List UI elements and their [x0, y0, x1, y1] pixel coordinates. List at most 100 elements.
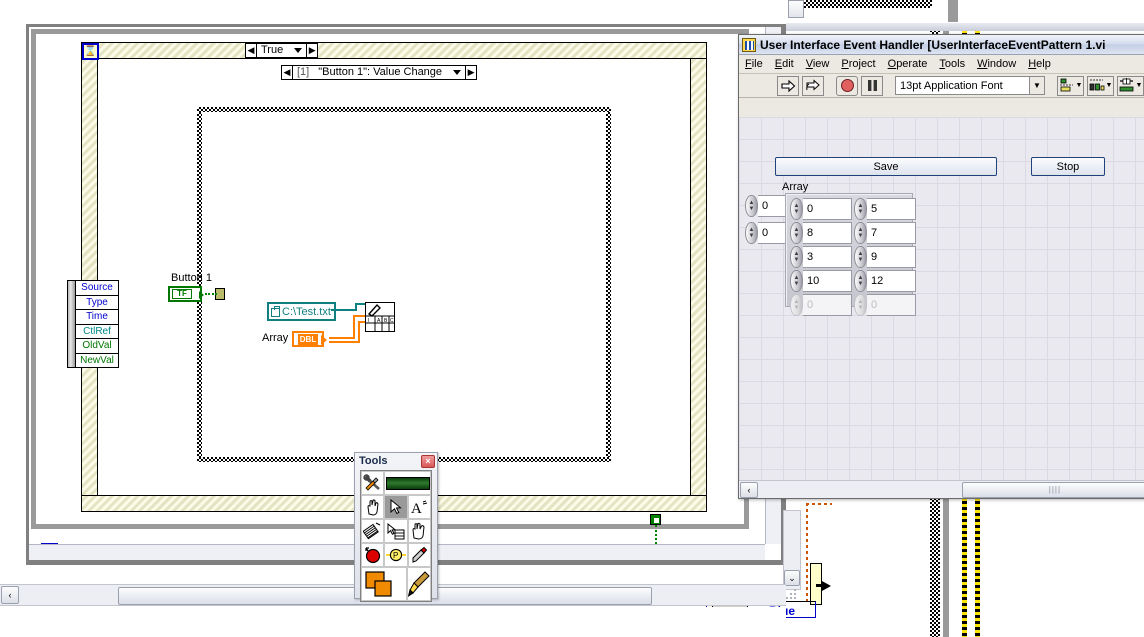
array-cell-value-r2c1[interactable]: 9	[867, 246, 916, 268]
array-cell[interactable]: ▲ ▼ 7	[854, 222, 916, 244]
chevron-down-icon[interactable]: ▼	[1136, 82, 1143, 89]
array-cell[interactable]: ▲ ▼ 8	[790, 222, 852, 244]
tools-palette-titlebar[interactable]: Tools ×	[355, 453, 437, 469]
array-cell-value-r2c0[interactable]: 3	[803, 246, 852, 268]
run-arrow-icon[interactable]	[777, 75, 799, 96]
increment-decrement-icon[interactable]: ▲ ▼	[790, 246, 803, 268]
menu-view[interactable]: View	[806, 58, 830, 70]
chevron-left-icon[interactable]: ◀	[282, 66, 293, 79]
array-row[interactable]: ▲ ▼ 10 ▲ ▼ 12	[790, 270, 918, 292]
chevron-down-icon[interactable]: ▼	[1076, 82, 1083, 89]
front-panel-menubar[interactable]: File Edit View Project Operate Tools Win…	[739, 55, 1144, 74]
object-shortcut-menu-icon[interactable]	[384, 519, 408, 543]
array-cell[interactable]: ▲ ▼ 0	[790, 198, 852, 220]
chevron-down-icon[interactable]: ▼	[1106, 82, 1113, 89]
event-data-node[interactable]: Source Type Time CtlRef OldVal NewVal	[67, 280, 119, 368]
increment-decrement-icon[interactable]: ▲ ▼	[790, 270, 803, 292]
increment-decrement-icon[interactable]: ▲ ▼	[854, 270, 867, 292]
run-continuously-icon[interactable]	[802, 75, 824, 96]
abort-execution-icon[interactable]	[836, 75, 858, 96]
scroll-window-hand-icon[interactable]	[407, 519, 431, 543]
event-case-selector[interactable]: ◀ [1] "Button 1": Value Change ▶	[281, 65, 478, 80]
chevron-left-icon[interactable]: ◀	[246, 44, 257, 57]
array-cell-value-r1c1[interactable]: 7	[867, 222, 916, 244]
menu-window[interactable]: Window	[977, 58, 1016, 70]
set-color-swatch-icon[interactable]	[361, 567, 407, 601]
set-clear-breakpoint-icon[interactable]	[361, 543, 385, 567]
scrollbar-thumb[interactable]: ||||	[961, 481, 1144, 498]
position-size-select-arrow-icon[interactable]	[384, 495, 408, 519]
chevron-down-icon[interactable]: ▼	[1029, 77, 1044, 94]
increment-decrement-icon[interactable]: ▲ ▼	[790, 222, 803, 244]
front-panel-horizontal-scrollbar[interactable]: ‹ ||||	[739, 480, 1144, 498]
array-cell-value-r0c1[interactable]: 5	[867, 198, 916, 220]
wire-array-h3[interactable]	[329, 341, 360, 343]
front-panel-titlebar[interactable]: User Interface Event Handler [UserInterf…	[739, 35, 1144, 55]
hourglass-icon[interactable]: ⌛	[82, 43, 99, 60]
array-cell[interactable]: ▲ ▼ 12	[854, 270, 916, 292]
write-to-spreadsheet-file-icon[interactable]: I A B C	[365, 302, 395, 332]
case-structure-interior[interactable]	[202, 112, 606, 457]
chevron-right-icon[interactable]: ▶	[306, 44, 318, 57]
array-cell[interactable]: ▲ ▼ 9	[854, 246, 916, 268]
path-constant[interactable]: C:\Test.txt	[267, 302, 336, 321]
menu-project[interactable]: Project	[841, 58, 875, 70]
scroll-down-button[interactable]: ⌄	[784, 570, 800, 586]
automatic-tool-selection-icon[interactable]	[361, 471, 385, 495]
operate-value-hand-icon[interactable]	[361, 495, 385, 519]
array-cell[interactable]: ▲ ▼ 5	[854, 198, 916, 220]
event-structure-exit-tunnel[interactable]	[650, 514, 661, 525]
scrollbar-track[interactable]: ||||	[759, 481, 1144, 498]
menu-operate[interactable]: Operate	[888, 58, 928, 70]
resize-objects-icon[interactable]: ▼	[1117, 75, 1144, 96]
front-panel-window[interactable]: User Interface Event Handler [UserInterf…	[738, 34, 1144, 499]
array-cell-value-r3c1[interactable]: 12	[867, 270, 916, 292]
array-cell-value-r0c0[interactable]: 0	[803, 198, 852, 220]
increment-decrement-icon[interactable]: ▲ ▼	[745, 195, 758, 217]
set-color-brush-icon[interactable]	[407, 567, 431, 601]
array-cell-value-r3c0[interactable]: 10	[803, 270, 852, 292]
distribute-objects-icon[interactable]: ▼	[1087, 75, 1114, 96]
array-control[interactable]: ▲ ▼ 0 ▲ ▼ 5 ▲ ▼ 8 ▲ ▼ 7 ▲ ▼ 3 ▲ ▼ 9 ▲ ▼ …	[785, 193, 916, 316]
wire-path-h1[interactable]	[331, 309, 357, 311]
case-selector[interactable]: ◀ True ▶	[245, 43, 319, 58]
close-icon[interactable]: ×	[421, 454, 435, 468]
connect-wire-spool-icon[interactable]	[361, 519, 385, 543]
background-small-button[interactable]	[788, 0, 804, 18]
front-panel-toolbar[interactable]: 13pt Application Font ▼ ▼ ▼ ▼	[739, 74, 1144, 98]
align-objects-icon[interactable]: ▼	[1057, 75, 1084, 96]
probe-data-icon[interactable]: P	[384, 543, 408, 567]
array-row[interactable]: ▲ ▼ 0 ▲ ▼ 5	[790, 198, 918, 220]
chevron-right-icon[interactable]: ▶	[465, 66, 477, 79]
scroll-left-button[interactable]: ‹	[1, 586, 19, 604]
menu-help[interactable]: Help	[1028, 58, 1051, 70]
array-cell-value-r1c0[interactable]: 8	[803, 222, 852, 244]
tools-palette-grid[interactable]: A P	[360, 470, 432, 602]
front-panel-canvas[interactable]: Save Stop Array ▲ ▼ 0 ▲ ▼ 0 ▲ ▼ 0 ▲ ▼ 5 …	[739, 117, 1144, 498]
menu-edit[interactable]: Edit	[775, 58, 794, 70]
font-selector[interactable]: 13pt Application Font ▼	[895, 76, 1045, 95]
save-button[interactable]: Save	[775, 157, 997, 176]
pause-icon[interactable]	[861, 75, 883, 96]
menu-file[interactable]: File	[745, 58, 763, 70]
edit-text-icon[interactable]: A	[407, 495, 431, 519]
scroll-left-button[interactable]: ‹	[740, 481, 758, 498]
resize-grip-icon[interactable]	[786, 589, 798, 601]
increment-decrement-icon[interactable]: ▲ ▼	[790, 198, 803, 220]
increment-decrement-icon[interactable]: ▲ ▼	[854, 198, 867, 220]
stop-button[interactable]: Stop	[1031, 157, 1105, 176]
chevron-down-icon[interactable]	[294, 48, 303, 53]
array-element-grid[interactable]: ▲ ▼ 0 ▲ ▼ 5 ▲ ▼ 8 ▲ ▼ 7 ▲ ▼ 3 ▲ ▼ 9 ▲ ▼ …	[790, 198, 918, 318]
array-row[interactable]: ▲ ▼ 8 ▲ ▼ 7	[790, 222, 918, 244]
boolean-terminal[interactable]: TF	[168, 286, 204, 302]
automatic-indicator-icon[interactable]	[384, 471, 431, 495]
array-terminal[interactable]: DBL	[292, 331, 327, 347]
increment-decrement-icon[interactable]: ▲ ▼	[745, 222, 758, 244]
wire-array-v1[interactable]	[353, 315, 355, 339]
array-cell[interactable]: ▲ ▼ 3	[790, 246, 852, 268]
array-cell[interactable]: ▲ ▼ 10	[790, 270, 852, 292]
increment-decrement-icon[interactable]: ▲ ▼	[854, 246, 867, 268]
menu-tools[interactable]: Tools	[939, 58, 965, 70]
array-row[interactable]: ▲ ▼ 3 ▲ ▼ 9	[790, 246, 918, 268]
chevron-down-icon[interactable]	[453, 70, 462, 75]
